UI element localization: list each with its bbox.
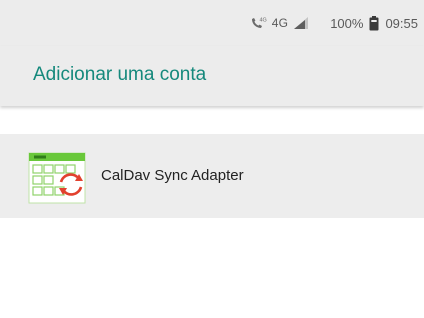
status-bar: 4G 4G 100% 09:55 [0,0,424,46]
account-type-list: CalDav Sync Adapter [0,106,424,318]
calendar-sync-icon [27,149,87,205]
battery-percent: 100% [330,15,364,31]
list-item-label: CalDav Sync Adapter [101,167,244,184]
page-title: Adicionar uma conta [33,64,207,85]
wifi-calling-icon: 4G [250,16,268,30]
screen: 4G 4G 100% 09:55 Adicionar uma conta Cal… [0,0,424,318]
status-items: 4G 4G 100% 09:55 [250,0,418,46]
app-bar: Adicionar uma conta [0,46,424,106]
clock-time: 09:55 [385,15,418,31]
list-item-caldav-sync-adapter[interactable]: CalDav Sync Adapter [0,134,424,218]
network-indicators: 4G 4G [250,16,310,30]
wifi-calling-label: 4G [259,18,266,24]
signal-icon [292,16,310,30]
battery-full-icon [369,15,379,31]
network-type: 4G [271,16,289,30]
